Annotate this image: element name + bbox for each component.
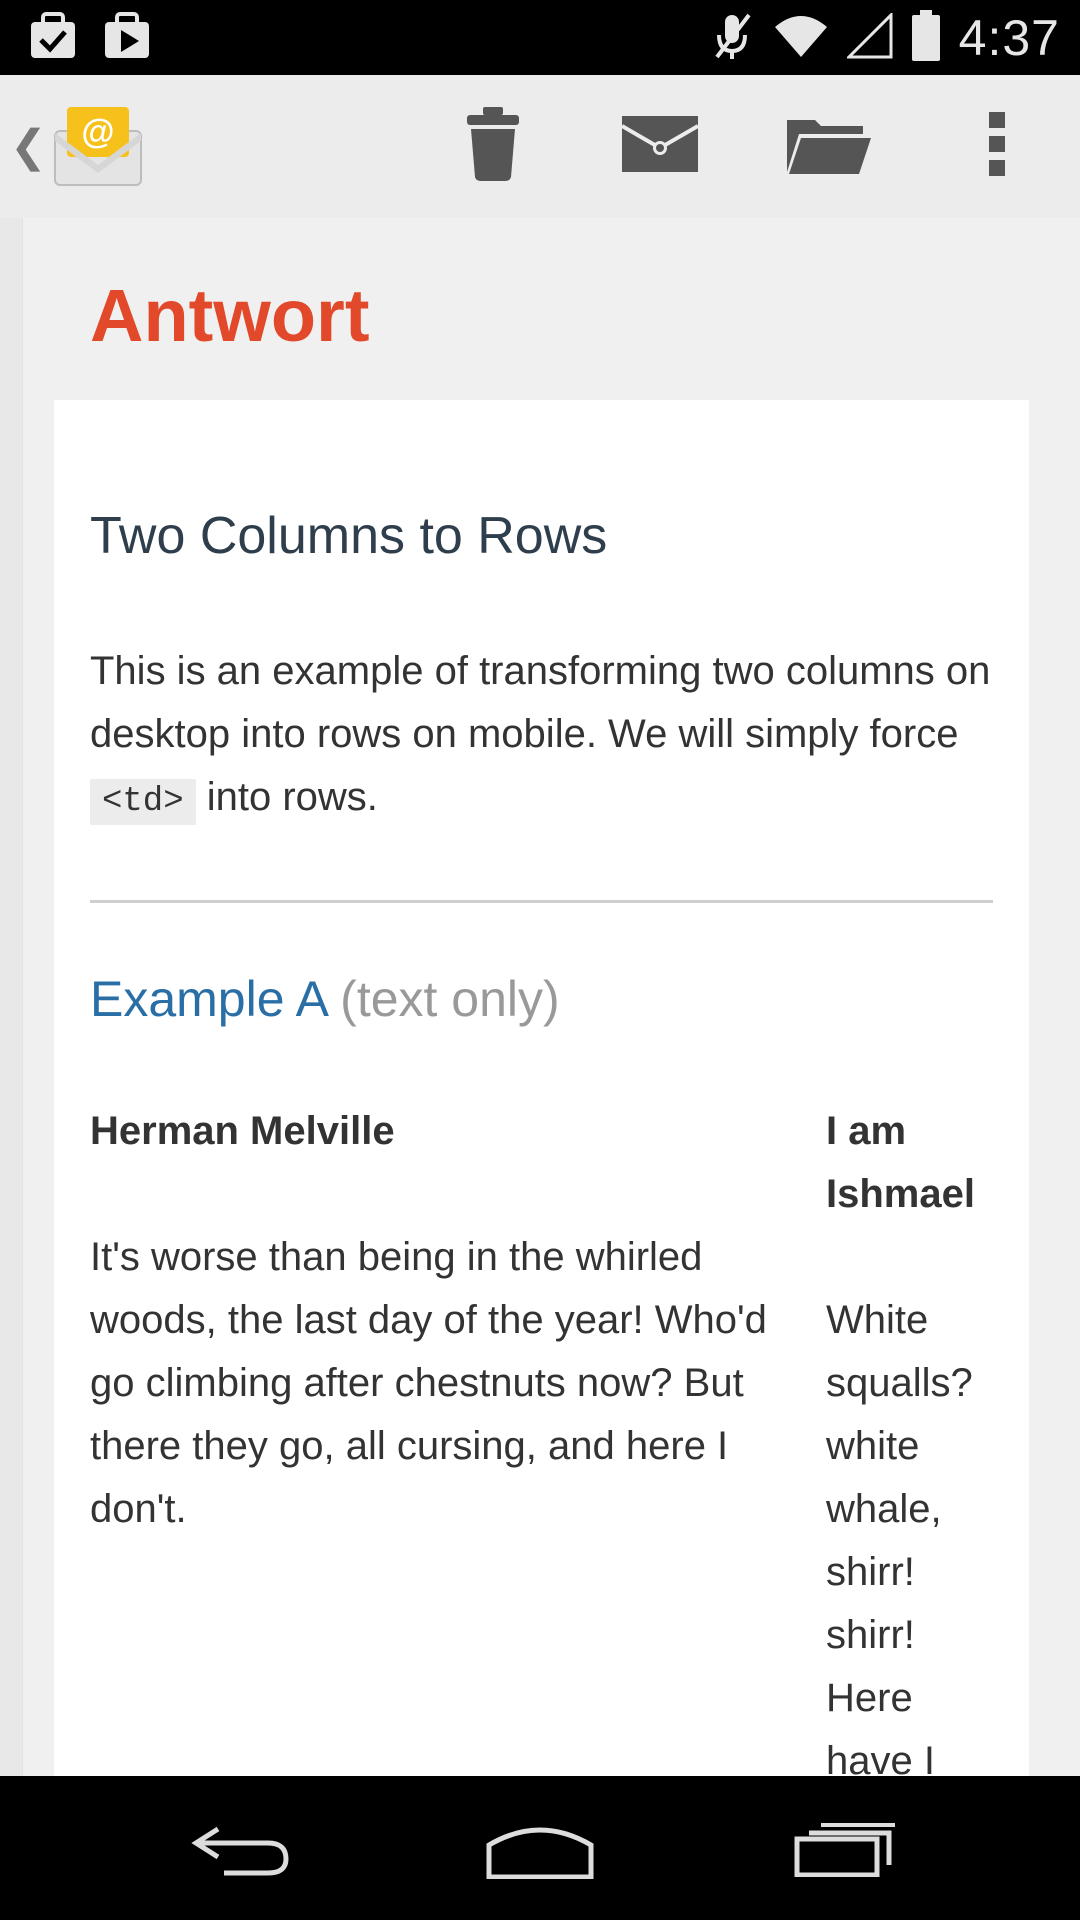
recent-apps-icon (793, 1821, 897, 1882)
status-bar: 4:37 (0, 0, 1080, 75)
message-view[interactable]: Antwort Two Columns to Rows This is an e… (0, 218, 1080, 1776)
left-column-text: It's worse than being in the whirled woo… (90, 1235, 767, 1531)
example-heading: Example A (text only) (90, 970, 560, 1028)
navigation-bar (0, 1776, 1080, 1920)
email-title: Two Columns to Rows (90, 507, 608, 565)
overflow-menu-button[interactable] (952, 101, 1042, 191)
back-icon (188, 1821, 292, 1882)
home-icon (485, 1819, 595, 1884)
email-app-icon: @ (49, 101, 145, 194)
chevron-left-icon: ❮ (10, 122, 47, 171)
move-to-folder-icon (785, 114, 871, 179)
email-intro: This is an example of transforming two c… (90, 640, 1010, 834)
up-navigation[interactable]: ❮ @ (10, 97, 142, 197)
right-column-heading: I am Ishmael (826, 1109, 975, 1216)
divider (90, 900, 993, 903)
play-store-icon (102, 11, 152, 65)
system-icons: 4:37 (711, 8, 1060, 68)
content-edge (0, 218, 23, 1776)
left-column-heading: Herman Melville (90, 1109, 395, 1153)
mark-unread-button[interactable] (615, 101, 705, 191)
back-button[interactable] (170, 1806, 310, 1896)
delete-button[interactable] (448, 101, 538, 191)
clock: 4:37 (958, 10, 1060, 66)
overflow-menu-icon (987, 111, 1007, 181)
task-check-icon (28, 11, 78, 65)
right-column-text: White squalls? white whale, shirr! shirr… (826, 1298, 973, 1776)
right-column: I am Ishmael White squalls? white whale,… (826, 1100, 1006, 1776)
message-subject: Antwort (90, 274, 370, 357)
mark-unread-icon (620, 115, 700, 177)
action-bar: ❮ @ (0, 75, 1080, 226)
move-to-folder-button[interactable] (783, 101, 873, 191)
intro-text-after: into rows. (195, 775, 378, 819)
recent-apps-button[interactable] (775, 1806, 915, 1896)
svg-text:@: @ (81, 113, 114, 151)
signal-icon (845, 10, 893, 64)
delete-icon (465, 106, 521, 186)
left-column: Herman Melville It's worse than being in… (90, 1100, 790, 1541)
home-button[interactable] (470, 1806, 610, 1896)
battery-icon (911, 9, 941, 67)
example-note: (text only) (340, 971, 560, 1027)
notification-icons (28, 10, 152, 66)
intro-text-before: This is an example of transforming two c… (90, 649, 991, 756)
code-snippet: <td> (90, 779, 196, 825)
mute-icon (711, 11, 755, 66)
email-body[interactable]: Two Columns to Rows This is an example o… (54, 400, 1029, 1776)
example-label: Example A (90, 971, 327, 1027)
wifi-icon (773, 13, 829, 64)
